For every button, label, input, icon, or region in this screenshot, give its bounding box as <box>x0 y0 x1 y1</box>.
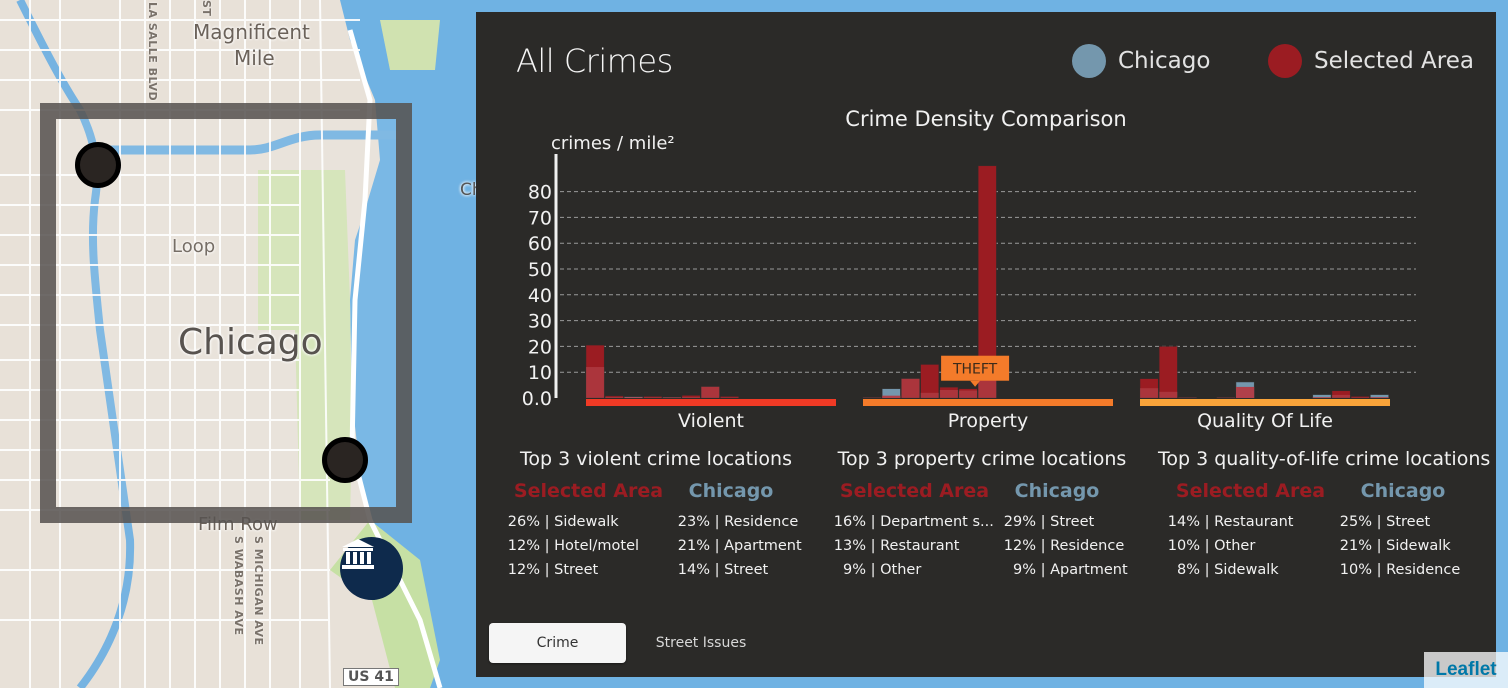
street-label-st: ST <box>200 0 213 17</box>
museum-icon <box>342 539 374 569</box>
chart-y-label: crimes / mile² <box>551 133 675 154</box>
group-label: Property <box>948 410 1028 432</box>
crime-panel: All Crimes Chicago Selected Area Crime D… <box>476 12 1496 677</box>
bar-chicago[interactable] <box>586 367 605 398</box>
legend-selected-area-label: Selected Area <box>1314 48 1474 74</box>
street-label-s-michigan: S MICHIGAN AVE <box>252 536 265 646</box>
top3-qol-chicago-heading: Chicago <box>1360 480 1446 502</box>
list-item: 14% | Restaurant <box>1167 514 1294 530</box>
list-item: 9% | Apartment <box>1012 562 1128 578</box>
bar-chicago[interactable] <box>920 392 939 398</box>
legend-selected-area: Selected Area <box>1268 44 1474 78</box>
bar-chicago[interactable] <box>1216 397 1235 398</box>
group-label: Quality Of Life <box>1197 410 1333 432</box>
list-item: 25% | Street <box>1339 514 1431 530</box>
top3-violent: Top 3 violent crime locations Selected A… <box>506 448 806 582</box>
street-label-s-wabash: S WABASH AVE <box>232 536 245 636</box>
museum-marker[interactable] <box>340 537 403 600</box>
legend-chicago: Chicago <box>1072 44 1210 78</box>
y-tick-label: 10 <box>528 362 552 384</box>
list-item: 10% | Other <box>1167 538 1256 554</box>
selection-handle-top-left[interactable] <box>75 142 121 188</box>
y-tick-label: 60 <box>528 233 552 255</box>
y-tick-label: 40 <box>528 285 552 307</box>
leaflet-attribution[interactable]: Leaflet <box>1424 652 1508 688</box>
list-item: 21% | Apartment <box>677 538 802 554</box>
list-item: 26% | Sidewalk <box>507 514 619 530</box>
list-item: 8% | Sidewalk <box>1176 562 1279 578</box>
y-tick-label: 70 <box>528 207 552 229</box>
group-band-quality-of-life <box>1140 399 1390 406</box>
us41-shield: US 41 <box>343 668 399 686</box>
legend-selected-area-dot <box>1268 44 1302 78</box>
list-item: 21% | Sidewalk <box>1339 538 1451 554</box>
list-item: 12% | Residence <box>1003 538 1125 554</box>
top3-property: Top 3 property crime locations Selected … <box>832 448 1132 582</box>
bar-selected-area[interactable] <box>1158 346 1178 399</box>
legend-chicago-dot <box>1072 44 1106 78</box>
list-item: 14% | Street <box>677 562 769 578</box>
top3-property-title: Top 3 property crime locations <box>837 448 1127 470</box>
leaflet-link[interactable]: Leaflet <box>1435 659 1496 681</box>
list-item: 13% | Restaurant <box>833 538 960 554</box>
group-band-property <box>863 399 1113 406</box>
bar-chicago[interactable] <box>682 396 701 398</box>
street-label-la-salle: LA SALLE BLVD <box>146 2 159 102</box>
top3-violent-selected-heading: Selected Area <box>513 480 664 502</box>
bar-chicago[interactable] <box>959 390 978 398</box>
tab-crime[interactable]: Crime <box>489 623 626 663</box>
group-label: Violent <box>678 410 744 432</box>
bar-chicago[interactable] <box>1140 388 1159 398</box>
list-item: 9% | Other <box>842 562 922 578</box>
y-tick-label: 30 <box>528 311 552 333</box>
list-item: 12% | Hotel/motel <box>507 538 640 554</box>
bar-chicago[interactable] <box>1351 397 1370 398</box>
bar-selected-area[interactable] <box>662 397 681 398</box>
map-label-mile: Mile <box>234 46 275 70</box>
list-item: 16% | Department s... <box>833 514 994 530</box>
bar-chicago[interactable] <box>605 396 624 398</box>
bar-chicago[interactable] <box>1332 394 1351 398</box>
top3-violent-title: Top 3 violent crime locations <box>520 448 792 470</box>
bar-chicago[interactable] <box>863 397 882 398</box>
bar-chicago[interactable] <box>643 397 662 398</box>
bar-chicago[interactable] <box>701 386 720 398</box>
map-label-magnificent-mile: Magnificent <box>193 20 310 44</box>
top3-quality-of-life-title: Top 3 quality-of-life crime locations <box>1158 448 1491 470</box>
bar-chicago[interactable] <box>1159 391 1178 398</box>
y-tick-label: 0.0 <box>522 388 552 410</box>
top3-qol-selected-heading: Selected Area <box>1175 480 1326 502</box>
bar-chicago[interactable] <box>939 390 958 398</box>
tab-street-issues[interactable]: Street Issues <box>641 623 761 663</box>
top3-violent-chicago-heading: Chicago <box>688 480 774 502</box>
bar-selected-area[interactable] <box>1312 397 1331 398</box>
list-item: 23% | Residence <box>677 514 799 530</box>
bar-selected-area[interactable] <box>1236 386 1255 398</box>
selection-handle-bottom-right[interactable] <box>322 437 368 483</box>
list-item: 29% | Street <box>1003 514 1095 530</box>
bar-selected-area[interactable] <box>882 395 901 398</box>
legend-chicago-label: Chicago <box>1118 48 1211 74</box>
panel-title: All Crimes <box>516 42 673 80</box>
crime-density-chart: Crime Density Comparison crimes / mile² … <box>522 107 1416 432</box>
bar-chicago[interactable] <box>1178 397 1197 398</box>
y-tick-label: 20 <box>528 336 552 358</box>
bar-selected-area[interactable] <box>624 397 643 398</box>
y-tick-label: 80 <box>528 182 552 204</box>
list-item: 12% | Street <box>507 562 599 578</box>
bar-selected-area[interactable] <box>1370 397 1389 398</box>
bar-chicago[interactable] <box>901 378 920 398</box>
group-band-violent <box>586 399 836 406</box>
tooltip-label: THEFT <box>952 362 998 378</box>
top3-property-selected-heading: Selected Area <box>839 480 990 502</box>
top3-quality-of-life: Top 3 quality-of-life crime locations Se… <box>1158 448 1491 582</box>
top3-property-chicago-heading: Chicago <box>1014 480 1100 502</box>
chart-title: Crime Density Comparison <box>845 107 1126 131</box>
list-item: 10% | Residence <box>1339 562 1461 578</box>
y-tick-label: 50 <box>528 259 552 281</box>
bar-chicago[interactable] <box>720 397 739 398</box>
